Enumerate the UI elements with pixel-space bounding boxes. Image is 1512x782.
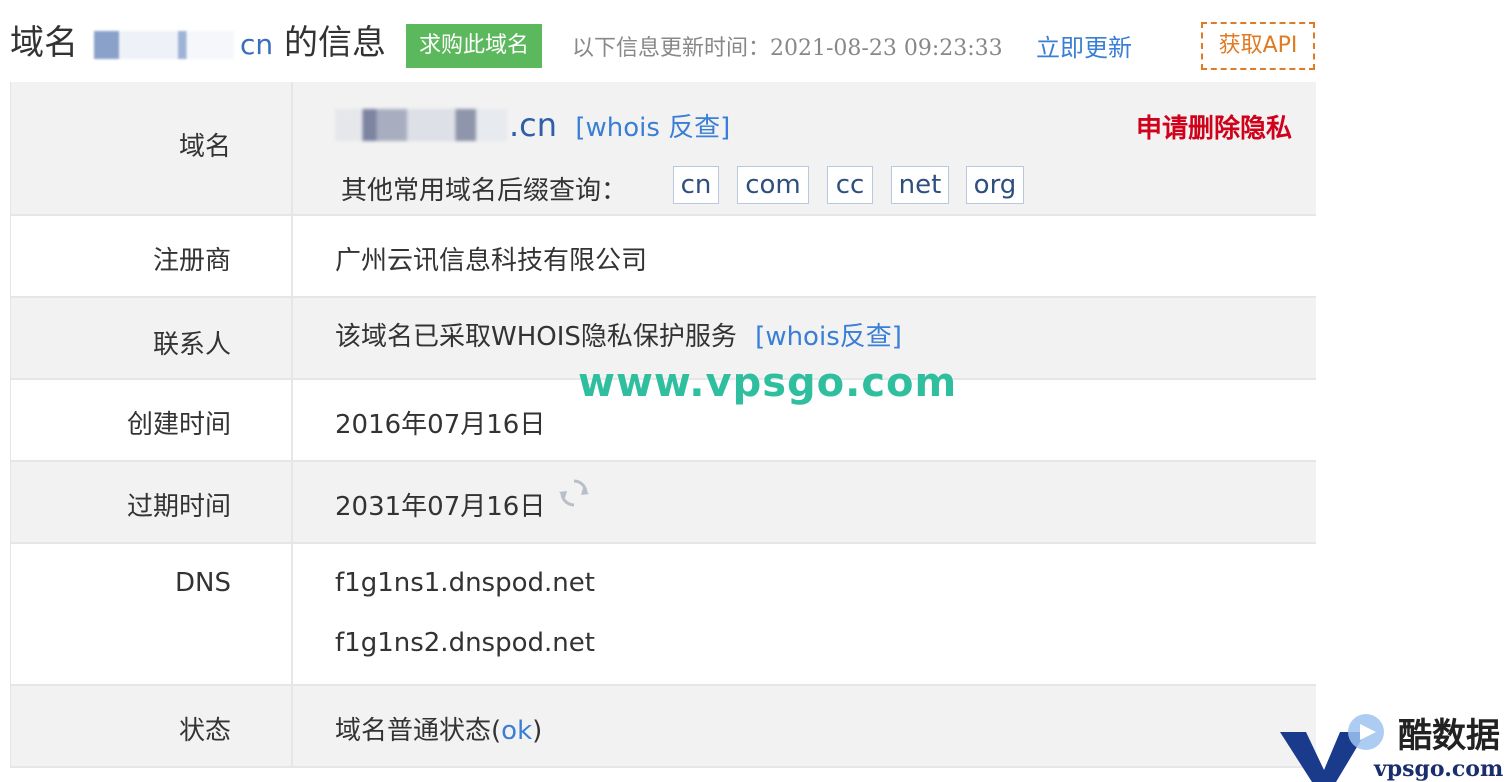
page-title: 域名 cn 的信息 [10, 18, 386, 70]
contact-value: 该域名已采取WHOIS隐私保护服务 [whois反查] [335, 316, 902, 353]
update-time-label: 以下信息更新时间：2021-08-23 09:23:33 [572, 36, 1003, 61]
row-label: 注册商 [11, 216, 293, 296]
suffix-chip-cn[interactable]: cn [673, 166, 719, 204]
delete-privacy-link[interactable]: 申请删除隐私 [1136, 108, 1292, 145]
row-label: 域名 [11, 82, 293, 214]
row-status: 状态 域名普通状态(ok) [11, 686, 1316, 768]
row-label: 联系人 [11, 298, 293, 378]
row-label: 过期时间 [11, 462, 293, 542]
logo-site: vpsgo.com [1374, 756, 1504, 782]
status-ok-link[interactable]: ok [501, 716, 532, 746]
title-prefix: 域名 [10, 23, 78, 63]
domain-tld: .cn [509, 106, 558, 144]
domain-value: .cn [whois 反查] [335, 106, 730, 144]
row-dns: DNS f1g1ns1.dnspod.net f1g1ns2.dnspod.ne… [11, 544, 1316, 686]
get-api-button[interactable]: 获取API [1201, 22, 1315, 70]
title-suffix: 的信息 [283, 23, 386, 63]
page-header: 域名 cn 的信息 求购此域名 以下信息更新时间：2021-08-23 09:23… [0, 0, 1512, 82]
logo-name: 酷数据 [1398, 716, 1500, 756]
row-registrar: 注册商 广州云讯信息科技有限公司 [11, 216, 1316, 298]
refresh-icon[interactable] [557, 476, 591, 510]
row-expires: 过期时间 2031年07月16日 [11, 462, 1316, 544]
blurred-domain-name [94, 30, 234, 59]
suffix-chip-org[interactable]: org [966, 166, 1024, 204]
row-label: 状态 [11, 686, 293, 766]
registrar-value: 广州云讯信息科技有限公司 [335, 246, 648, 276]
status-close-paren: ) [532, 716, 543, 746]
suffix-chip-cc[interactable]: cc [827, 166, 873, 204]
row-label: 创建时间 [11, 380, 293, 460]
dns-server-1: f1g1ns1.dnspod.net [335, 568, 595, 598]
title-domain-tld: cn [240, 28, 274, 61]
whois-table: 域名 .cn [whois 反查] 申请删除隐私 其他常用域名后缀查询： cn … [10, 82, 1316, 768]
contact-whois-link[interactable]: [whois反查] [755, 322, 902, 352]
suffix-chip-com[interactable]: com [737, 166, 809, 204]
status-text: 域名普通状态( [335, 716, 502, 746]
blurred-domain-name [335, 109, 507, 141]
created-value: 2016年07月16日 [335, 410, 546, 440]
dns-server-2: f1g1ns2.dnspod.net [335, 628, 595, 658]
whois-reverse-link[interactable]: [whois 反查] [575, 113, 730, 143]
suffix-query-label: 其他常用域名后缀查询： [341, 176, 628, 206]
update-now-link[interactable]: 立即更新 [1036, 28, 1132, 63]
expires-value: 2031年07月16日 [335, 492, 546, 522]
contact-text: 该域名已采取WHOIS隐私保护服务 [335, 322, 737, 352]
row-label: DNS [11, 544, 293, 684]
watermark-text: www.vpsgo.com [578, 360, 958, 406]
status-value: 域名普通状态(ok) [335, 710, 542, 747]
suffix-chip-net[interactable]: net [891, 166, 949, 204]
row-domain: 域名 .cn [whois 反查] 申请删除隐私 其他常用域名后缀查询： cn … [11, 82, 1316, 216]
buy-domain-button[interactable]: 求购此域名 [406, 24, 542, 68]
